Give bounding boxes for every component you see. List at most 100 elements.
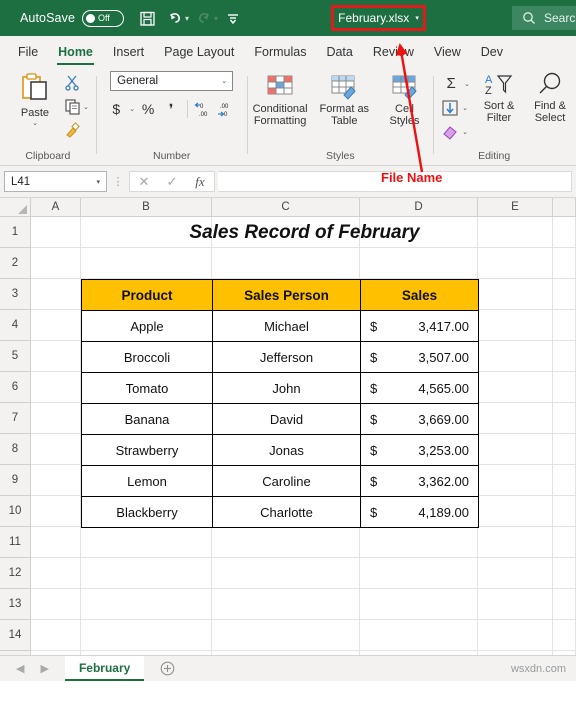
cell[interactable] [31,527,81,558]
cell-sales-person[interactable]: John [212,372,361,404]
cell[interactable] [31,217,81,248]
cell[interactable] [553,310,576,341]
row-header-5[interactable]: 5 [0,341,31,372]
format-painter-button[interactable] [64,119,89,142]
filename-button[interactable]: February.xlsx ▾ [338,11,419,25]
header-sales-person[interactable]: Sales Person [212,279,361,311]
sheet-tab-february[interactable]: February [64,656,145,681]
cell[interactable] [478,558,553,589]
autosum-button[interactable]: Σ ⌄ [440,72,471,95]
cell[interactable] [478,403,553,434]
cell[interactable] [212,248,360,279]
conditional-formatting-button[interactable]: Conditional Formatting [250,71,310,127]
cell-sales-person[interactable]: Michael [212,310,361,342]
copy-button[interactable]: ⌄ [64,95,89,118]
fill-chevron-down-icon[interactable]: ⌄ [462,104,468,112]
header-sales[interactable]: Sales [360,279,479,311]
find-select-button[interactable]: Find & Select [524,70,576,124]
cell[interactable] [553,558,576,589]
cell[interactable] [478,589,553,620]
cell[interactable] [31,558,81,589]
cell[interactable] [553,527,576,558]
row-header-12[interactable]: 12 [0,558,31,589]
header-product[interactable]: Product [81,279,213,311]
column-header-f[interactable] [553,198,576,217]
tab-review[interactable]: Review [363,45,424,65]
cell[interactable] [478,372,553,403]
paste-chevron-down-icon[interactable]: ⌄ [32,119,38,127]
accounting-format-button[interactable]: $ [106,98,126,120]
row-header-2[interactable]: 2 [0,248,31,279]
decrease-decimal-button[interactable]: .00 0 [217,98,237,120]
cancel-x-icon[interactable]: ✕ [130,174,158,190]
column-header-c[interactable]: C [212,198,360,217]
customize-quick-access-icon[interactable] [220,5,246,31]
cell-styles-button[interactable]: Cell Styles [379,71,431,127]
percent-format-button[interactable]: % [138,98,158,120]
cell-sales[interactable]: $3,362.00 [360,465,479,497]
cell[interactable] [360,589,478,620]
cell[interactable] [553,372,576,403]
increase-decimal-button[interactable]: 0.00 [194,98,214,120]
cell[interactable] [478,341,553,372]
cell-sales-person[interactable]: Jefferson [212,341,361,373]
copy-chevron-down-icon[interactable]: ⌄ [83,103,89,111]
column-header-d[interactable]: D [360,198,478,217]
cell-product[interactable]: Apple [81,310,213,342]
accounting-chevron-down-icon[interactable]: ⌄ [129,105,135,113]
cell[interactable] [81,527,212,558]
search-input[interactable]: Search [512,6,576,30]
row-header-10[interactable]: 10 [0,496,31,527]
cell[interactable] [553,620,576,651]
cell-product[interactable]: Banana [81,403,213,435]
tab-view[interactable]: View [424,45,471,65]
add-sheet-button[interactable] [144,656,191,681]
cell[interactable] [553,248,576,279]
formula-bar-handle[interactable]: ⋮ [111,175,125,188]
column-header-b[interactable]: B [81,198,212,217]
cell[interactable] [478,248,553,279]
cell-product[interactable]: Broccoli [81,341,213,373]
cell[interactable] [31,496,81,527]
cell[interactable] [212,620,360,651]
name-box[interactable]: L41 ▾ [4,171,107,192]
cell[interactable] [31,372,81,403]
cell[interactable] [553,465,576,496]
tab-file[interactable]: File [8,45,48,65]
row-header-7[interactable]: 7 [0,403,31,434]
clear-chevron-down-icon[interactable]: ⌄ [462,128,468,136]
cell[interactable] [81,558,212,589]
row-header-6[interactable]: 6 [0,372,31,403]
cell[interactable] [212,589,360,620]
previous-sheet-arrow-icon[interactable]: ◀ [16,662,24,675]
cell-sales-person[interactable]: Jonas [212,434,361,466]
cell[interactable] [360,527,478,558]
cell[interactable] [31,248,81,279]
row-header-9[interactable]: 9 [0,465,31,496]
column-header-a[interactable]: A [31,198,81,217]
row-header-3[interactable]: 3 [0,279,31,310]
cell[interactable] [31,465,81,496]
cell[interactable] [553,217,576,248]
cell[interactable] [478,279,553,310]
cell[interactable] [31,279,81,310]
cell[interactable] [81,248,212,279]
sheet-title[interactable]: Sales Record of February [81,217,528,248]
cell[interactable] [478,620,553,651]
cell-product[interactable]: Lemon [81,465,213,497]
number-format-select[interactable]: General ⌄ [110,71,234,91]
paste-button[interactable]: Paste ⌄ [8,69,62,127]
undo-dropdown-caret[interactable]: ▾ [185,14,189,23]
cell[interactable] [553,496,576,527]
cell-sales[interactable]: $4,565.00 [360,372,479,404]
cell[interactable] [31,589,81,620]
row-header-8[interactable]: 8 [0,434,31,465]
tab-page-layout[interactable]: Page Layout [154,45,244,65]
cell[interactable] [478,465,553,496]
cell[interactable] [553,589,576,620]
cell[interactable] [553,341,576,372]
cell[interactable] [553,434,576,465]
cell-sales-person[interactable]: David [212,403,361,435]
next-sheet-arrow-icon[interactable]: ▶ [40,662,48,675]
cell[interactable] [360,620,478,651]
